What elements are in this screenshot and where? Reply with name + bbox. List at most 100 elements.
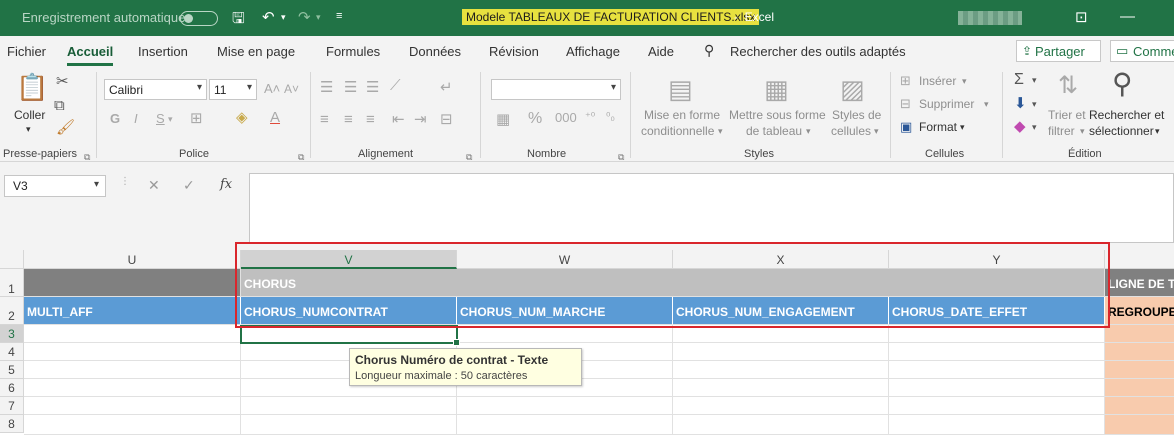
- copy-icon[interactable]: ⧉: [54, 98, 65, 113]
- align-left-icon[interactable]: ≡: [320, 112, 329, 127]
- find-select-dropdown-icon[interactable]: ▾: [1155, 126, 1160, 137]
- tab-donnees[interactable]: Données: [409, 44, 461, 59]
- cell-z1[interactable]: LIGNE DE TA: [1105, 269, 1174, 297]
- tab-fichier[interactable]: Fichier: [7, 44, 46, 59]
- clear-icon[interactable]: ◆: [1014, 119, 1026, 134]
- grow-font-icon[interactable]: A˄: [264, 82, 280, 95]
- format-as-table-label-2[interactable]: de tableau: [746, 124, 802, 138]
- cell-z3[interactable]: [1105, 325, 1174, 343]
- cell-w8[interactable]: [457, 415, 673, 435]
- insert-cells-label[interactable]: Insérer: [919, 74, 956, 88]
- find-select-label-1[interactable]: Rechercher et: [1089, 108, 1164, 122]
- cell-z8[interactable]: [1105, 415, 1174, 435]
- underline-button[interactable]: S: [156, 112, 165, 125]
- fill-color-icon[interactable]: ◈: [236, 110, 248, 125]
- cell-x4[interactable]: [673, 343, 889, 361]
- cell-v7[interactable]: [241, 397, 457, 415]
- cell-x6[interactable]: [673, 379, 889, 397]
- undo-icon[interactable]: ↶: [262, 8, 275, 28]
- italic-button[interactable]: I: [134, 112, 138, 125]
- format-as-table-icon[interactable]: ▦: [764, 76, 789, 102]
- cell-w7[interactable]: [457, 397, 673, 415]
- cell-z2[interactable]: REGROUPE: [1105, 297, 1174, 325]
- font-name-combo[interactable]: Calibri ▾: [104, 79, 207, 100]
- row-header-8[interactable]: 8: [0, 415, 24, 433]
- paste-icon[interactable]: 📋: [16, 74, 48, 100]
- align-right-icon[interactable]: ≡: [366, 112, 375, 127]
- tab-mise-en-page[interactable]: Mise en page: [217, 44, 295, 59]
- delete-cells-label[interactable]: Supprimer: [919, 97, 974, 111]
- row-header-7[interactable]: 7: [0, 397, 24, 415]
- bold-button[interactable]: G: [110, 112, 120, 125]
- align-middle-icon[interactable]: ☰: [344, 80, 357, 95]
- tab-accueil[interactable]: Accueil: [67, 44, 114, 66]
- sort-filter-label-2[interactable]: filtrer: [1048, 124, 1075, 138]
- search-icon[interactable]: ⚲: [704, 42, 714, 59]
- wrap-text-icon[interactable]: ↵: [440, 80, 453, 95]
- cell-u8[interactable]: [24, 415, 241, 435]
- align-center-icon[interactable]: ≡: [344, 112, 353, 127]
- cell-x8[interactable]: [673, 415, 889, 435]
- cell-u1[interactable]: [24, 269, 241, 297]
- align-bottom-icon[interactable]: ☰: [366, 80, 379, 95]
- row-header-3[interactable]: 3: [0, 325, 24, 343]
- increase-decimal-icon[interactable]: ⁺⁰: [585, 112, 595, 123]
- find-select-label-2[interactable]: sélectionner: [1089, 124, 1154, 138]
- cell-y6[interactable]: [889, 379, 1105, 397]
- conditional-formatting-dropdown-icon[interactable]: ▾: [718, 126, 723, 137]
- row-header-1[interactable]: 1: [0, 269, 24, 297]
- fill-dropdown-icon[interactable]: ▾: [1032, 100, 1037, 109]
- redo-dropdown-icon[interactable]: ▾: [316, 12, 321, 32]
- column-header-u[interactable]: U: [24, 250, 241, 269]
- conditional-formatting-label-2[interactable]: conditionnelle: [641, 124, 714, 138]
- format-cells-icon[interactable]: ▣: [900, 120, 912, 133]
- cell-z6[interactable]: [1105, 379, 1174, 397]
- cell-v8[interactable]: [241, 415, 457, 435]
- autosum-dropdown-icon[interactable]: ▾: [1032, 76, 1037, 85]
- row-header-4[interactable]: 4: [0, 343, 24, 361]
- delete-dropdown-icon[interactable]: ▾: [984, 99, 989, 110]
- cut-icon[interactable]: ✂: [56, 74, 69, 89]
- underline-dropdown-icon[interactable]: ▾: [168, 115, 173, 124]
- name-box[interactable]: V3 ▾: [4, 175, 106, 197]
- format-dropdown-icon[interactable]: ▾: [960, 122, 965, 133]
- row-header-6[interactable]: 6: [0, 379, 24, 397]
- accounting-format-icon[interactable]: ▦: [496, 112, 510, 127]
- merge-center-icon[interactable]: ⊟: [440, 112, 453, 127]
- cell-z4[interactable]: [1105, 343, 1174, 361]
- cell-x7[interactable]: [673, 397, 889, 415]
- increase-indent-icon[interactable]: ⇥: [414, 112, 427, 127]
- cell-u4[interactable]: [24, 343, 241, 361]
- undo-dropdown-icon[interactable]: ▾: [281, 12, 286, 32]
- find-select-icon[interactable]: ⚲: [1112, 70, 1133, 98]
- sort-filter-dropdown-icon[interactable]: ▾: [1080, 126, 1085, 137]
- cell-y7[interactable]: [889, 397, 1105, 415]
- insert-cells-icon[interactable]: ⊞: [900, 74, 911, 87]
- cell-y5[interactable]: [889, 361, 1105, 379]
- fill-icon[interactable]: ⬇: [1014, 96, 1027, 111]
- orientation-icon[interactable]: ⟋: [390, 78, 401, 93]
- decrease-indent-icon[interactable]: ⇤: [392, 112, 405, 127]
- cell-u5[interactable]: [24, 361, 241, 379]
- comma-style-icon[interactable]: 000: [555, 111, 577, 124]
- autosave-toggle[interactable]: [180, 11, 218, 26]
- select-all-corner[interactable]: [0, 250, 24, 269]
- name-box-dropdown-icon[interactable]: ▾: [94, 179, 99, 190]
- font-color-icon[interactable]: A: [270, 110, 280, 125]
- minimize-icon[interactable]: —: [1120, 8, 1135, 25]
- sort-filter-icon[interactable]: ⇅: [1058, 74, 1078, 98]
- clear-dropdown-icon[interactable]: ▾: [1032, 123, 1037, 132]
- cell-u2[interactable]: MULTI_AFF: [24, 297, 241, 325]
- conditional-formatting-icon[interactable]: ▤: [668, 76, 693, 102]
- autosum-icon[interactable]: Σ: [1014, 72, 1024, 88]
- insert-function-button[interactable]: fx: [220, 177, 232, 192]
- column-header-z[interactable]: [1105, 250, 1174, 269]
- format-cells-label[interactable]: Format: [919, 120, 957, 134]
- cell-x5[interactable]: [673, 361, 889, 379]
- cancel-icon[interactable]: ✕: [148, 177, 160, 194]
- tab-affichage[interactable]: Affichage: [566, 44, 620, 59]
- search-tools-label[interactable]: Rechercher des outils adaptés: [730, 44, 906, 59]
- format-as-table-dropdown-icon[interactable]: ▾: [806, 126, 811, 137]
- number-format-combo[interactable]: ▾: [491, 79, 621, 100]
- cell-u3[interactable]: [24, 325, 241, 343]
